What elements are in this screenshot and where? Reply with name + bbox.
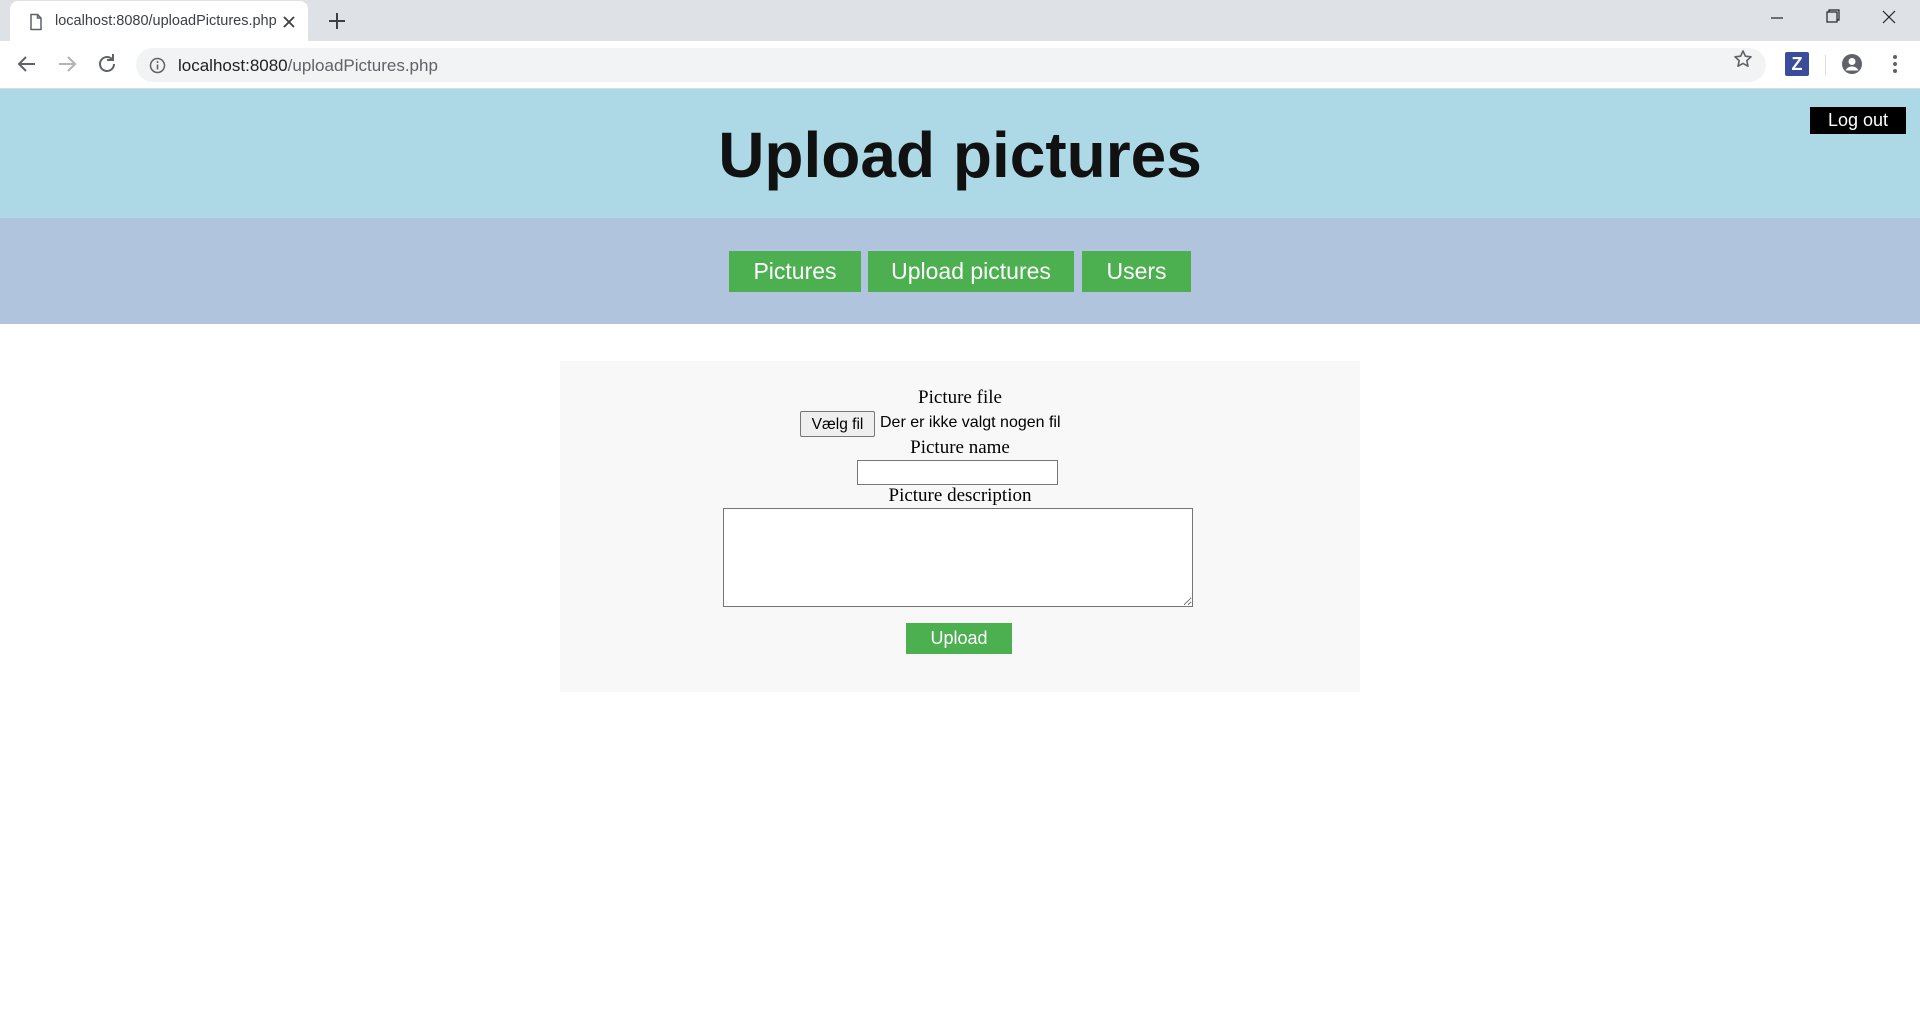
nav-upload-pictures-button[interactable]: Upload pictures [868,251,1074,292]
browser-toolbar: localhost:8080/uploadPictures.php Z [0,41,1920,89]
url-host: localhost:8080 [178,56,288,75]
reload-icon[interactable] [94,51,120,77]
upload-form: Picture file Vælg fil Der er ikke valgt … [560,361,1360,692]
toolbar-divider [1825,55,1826,75]
file-status-text: Der er ikke valgt nogen fil [880,414,1061,431]
browser-tab[interactable]: localhost:8080/uploadPictures.php [10,1,308,41]
picture-name-label: Picture name [910,437,1010,458]
picture-description-label: Picture description [888,485,1032,506]
upload-button[interactable]: Upload [906,623,1012,654]
browser-tab-strip: localhost:8080/uploadPictures.php [0,0,1920,41]
profile-icon[interactable] [1840,52,1864,76]
restore-icon[interactable] [1810,6,1856,34]
url-path: /uploadPictures.php [287,56,438,75]
page-icon [30,13,42,31]
nav-users-button[interactable]: Users [1082,251,1191,292]
main-navigation: Pictures Upload pictures Users [0,218,1920,324]
plus-icon[interactable] [326,10,348,32]
star-icon[interactable] [1733,49,1753,69]
kebab-menu-icon[interactable] [1883,52,1907,76]
picture-file-label: Picture file [918,387,1002,408]
choose-file-button[interactable]: Vælg fil [800,411,875,437]
info-icon[interactable] [149,57,166,74]
page-title: Upload pictures [718,119,1202,191]
page-header: Upload pictures Log out [0,89,1920,218]
minimize-icon[interactable] [1754,6,1800,34]
logout-button[interactable]: Log out [1810,107,1906,134]
tab-title: localhost:8080/uploadPictures.php [55,13,277,29]
close-icon[interactable] [279,12,299,32]
picture-description-textarea[interactable] [723,508,1193,607]
back-arrow-icon[interactable] [14,51,40,77]
window-close-icon[interactable] [1866,6,1912,34]
url-text[interactable]: localhost:8080/uploadPictures.php [178,56,438,76]
address-bar[interactable]: localhost:8080/uploadPictures.php [136,48,1766,82]
zotero-extension-icon[interactable]: Z [1785,52,1809,76]
nav-pictures-button[interactable]: Pictures [729,251,861,292]
picture-name-input[interactable] [857,460,1058,485]
page-content: Upload pictures Log out Pictures Upload … [0,89,1920,1029]
forward-arrow-icon[interactable] [54,51,80,77]
